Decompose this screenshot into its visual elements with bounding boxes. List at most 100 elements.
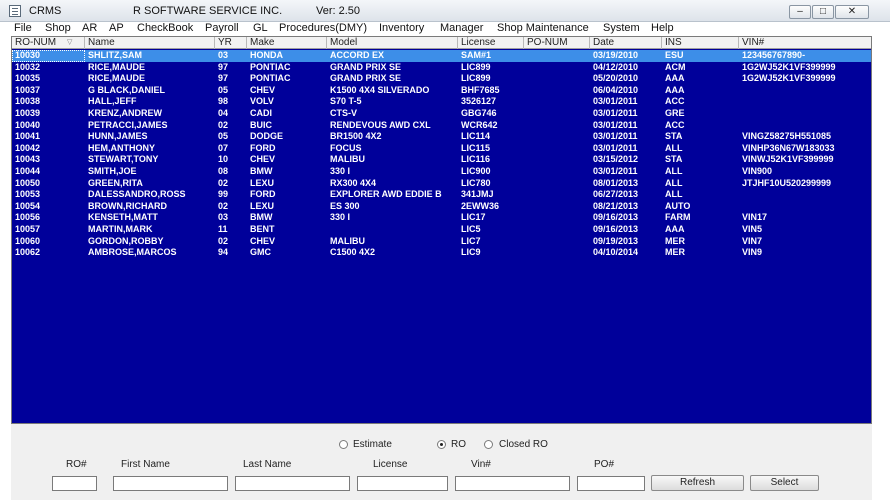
menu-ap[interactable]: AP [109, 22, 124, 34]
col-header-date[interactable]: Date [590, 37, 662, 49]
menu-system[interactable]: System [603, 22, 640, 34]
table-row[interactable]: 10030 SHLITZ,SAM 03 HONDA ACCORD EX SAM#1 03/1… [12, 50, 871, 62]
app-version: Ver: 2.50 [316, 5, 361, 17]
cell-make: BMW [250, 212, 273, 223]
ro-number-input[interactable] [52, 476, 97, 491]
cell-po-num [524, 224, 590, 236]
cell-ins: ACC [665, 119, 685, 130]
menu-checkbook[interactable]: CheckBook [137, 22, 193, 34]
cell-vin: 123456767890- [742, 50, 806, 60]
vin-label: Vin# [471, 459, 491, 470]
cell-make: CHEV [250, 84, 276, 95]
cell-yr: 11 [218, 223, 228, 234]
cell-ro-num: 10038 [15, 96, 41, 107]
menu-ar[interactable]: AR [82, 22, 97, 34]
menu-inventory[interactable]: Inventory [379, 22, 424, 34]
menu-payroll[interactable]: Payroll [205, 22, 239, 34]
table-row[interactable]: 10038 HALL,JEFF 98 VOLV S70 T-5 3526127 03/01/… [12, 96, 871, 108]
cell-model [327, 224, 458, 236]
col-header-license[interactable]: License [458, 37, 524, 49]
maximize-button[interactable]: □ [812, 5, 834, 19]
cell-po-num [524, 62, 590, 74]
cell-make: LEXU [250, 200, 275, 211]
closed-ro-radio[interactable] [484, 440, 493, 449]
cell-po-num [524, 154, 590, 166]
cell-make: LEXU [250, 177, 275, 188]
cell-ins: ALL [665, 165, 683, 176]
menu-help[interactable]: Help [651, 22, 674, 34]
table-row[interactable]: 10041 HUNN,JAMES 05 DODGE BR1500 4X2 LIC114 03… [12, 131, 871, 143]
close-button[interactable]: ✕ [835, 5, 869, 19]
menu-shop[interactable]: Shop [45, 22, 71, 34]
menu-manager[interactable]: Manager [440, 22, 483, 34]
table-row[interactable]: 10044 SMITH,JOE 08 BMW 330 I LIC900 03/01/2011… [12, 165, 871, 178]
cell-date: 03/01/2011 [593, 142, 638, 153]
last-name-input[interactable] [235, 476, 350, 491]
estimate-radio[interactable] [339, 440, 348, 449]
cell-model: MALIBU [330, 235, 365, 246]
col-header-make[interactable]: Make [247, 37, 327, 49]
cell-vin: VIN9 [742, 247, 763, 258]
col-header-vin[interactable]: VIN# [739, 37, 871, 49]
app-title: CRMS [29, 5, 62, 17]
license-input[interactable] [357, 476, 448, 491]
po-number-input[interactable] [577, 476, 645, 491]
table-row[interactable]: 10056 KENSETH,MATT 03 BMW 330 I LIC17 09/16/20… [12, 212, 871, 224]
cell-license: 2EWW36 [461, 200, 500, 211]
cell-model: MALIBU [330, 154, 365, 165]
table-row[interactable]: 10039 KRENZ,ANDREW 04 CADI CTS-V GBG746 03/01/… [12, 108, 871, 120]
col-header-name[interactable]: Name [85, 37, 215, 49]
cell-model: GRAND PRIX SE [330, 61, 402, 72]
table-row[interactable]: 10060 GORDON,ROBBY 02 CHEV MALIBU LIC7 09/19/2… [12, 235, 871, 248]
cell-ro-num: 10040 [15, 119, 41, 130]
ro-radio[interactable] [437, 440, 446, 449]
cell-yr: 94 [218, 247, 229, 258]
vin-input[interactable] [455, 476, 570, 491]
col-header-yr[interactable]: YR [215, 37, 247, 49]
col-header-po-num[interactable]: PO-NUM [524, 37, 590, 49]
col-header-model[interactable]: Model [327, 37, 458, 49]
cell-date: 05/20/2010 [593, 73, 639, 84]
table-row[interactable]: 10053 DALESSANDRO,ROSS 99 FORD EXPLORER AWD … [12, 189, 871, 201]
cell-ins: ACM [665, 61, 686, 72]
menu-file[interactable]: File [14, 22, 32, 34]
cell-ro-num: 10060 [15, 235, 41, 246]
cell-po-num [524, 201, 590, 213]
first-name-input[interactable] [113, 476, 228, 491]
grid-body: 10030 SHLITZ,SAM 03 HONDA ACCORD EX SAM#1 03/1… [12, 50, 871, 259]
table-row[interactable]: 10057 MARTIN,MARK 11 BENT LIC5 09/16/2013 AAA V… [12, 223, 871, 236]
cell-name: BROWN,RICHARD [88, 200, 167, 211]
cell-license: LIC780 [461, 177, 491, 188]
cell-ro-num: 10037 [15, 84, 41, 95]
col-header-ins[interactable]: INS [662, 37, 739, 49]
cell-ins: AUTO [665, 200, 691, 211]
select-button[interactable]: Select [750, 475, 819, 491]
table-row[interactable]: 10050 GREEN,RITA 02 LEXU RX300 4X4 LIC780 08/0… [12, 177, 871, 190]
cell-name: SHLITZ,SAM [88, 50, 142, 60]
table-row[interactable]: 10062 AMBROSE,MARCOS 94 GMC C1500 4X2 LIC9 04/… [12, 247, 871, 259]
cell-name: GORDON,ROBBY [88, 235, 164, 246]
license-label: License [373, 459, 408, 470]
cell-license: 341JMJ [461, 189, 494, 200]
table-row[interactable]: 10054 BROWN,RICHARD 02 LEXU ES 300 2EWW36 08/2… [12, 200, 871, 213]
ro-grid[interactable]: RO-NUM ▽ Name YR Make Model License PO-NU… [11, 36, 872, 424]
cell-po-num [524, 212, 590, 224]
minimize-button[interactable]: – [789, 5, 811, 19]
grid-header: RO-NUM ▽ Name YR Make Model License PO-NU… [12, 37, 871, 49]
cell-vin: 1G2WJ52K1VF399999 [742, 61, 836, 72]
cell-ins: MER [665, 235, 685, 246]
table-row[interactable]: 10043 STEWART,TONY 10 CHEV MALIBU LIC116 03/15… [12, 154, 871, 166]
table-row[interactable]: 10037 G BLACK,DANIEL 05 CHEV K1500 4X4 SILVE… [12, 84, 871, 97]
table-row[interactable]: 10035 RICE,MAUDE 97 PONTIAC GRAND PRIX SE LIC… [12, 73, 871, 85]
menu-procedures[interactable]: Procedures(DMY) [279, 22, 367, 34]
table-row[interactable]: 10042 HEM,ANTHONY 07 FORD FOCUS LIC115 03/01/2… [12, 142, 871, 155]
menu-shop-maintenance[interactable]: Shop Maintenance [497, 22, 589, 34]
refresh-button[interactable]: Refresh [651, 475, 744, 491]
col-header-ro-num[interactable]: RO-NUM ▽ [12, 37, 85, 49]
menu-gl[interactable]: GL [253, 22, 268, 34]
cell-po-num [524, 131, 590, 143]
app-window-icon[interactable] [9, 5, 21, 17]
cell-vin: 1G2WJ52K1VF399999 [742, 73, 836, 84]
table-row[interactable]: 10032 RICE,MAUDE 97 PONTIAC GRAND PRIX SE LIC… [12, 61, 871, 74]
table-row[interactable]: 10040 PETRACCI,JAMES 02 BUIC RENDEVOUS AWD C… [12, 119, 871, 132]
